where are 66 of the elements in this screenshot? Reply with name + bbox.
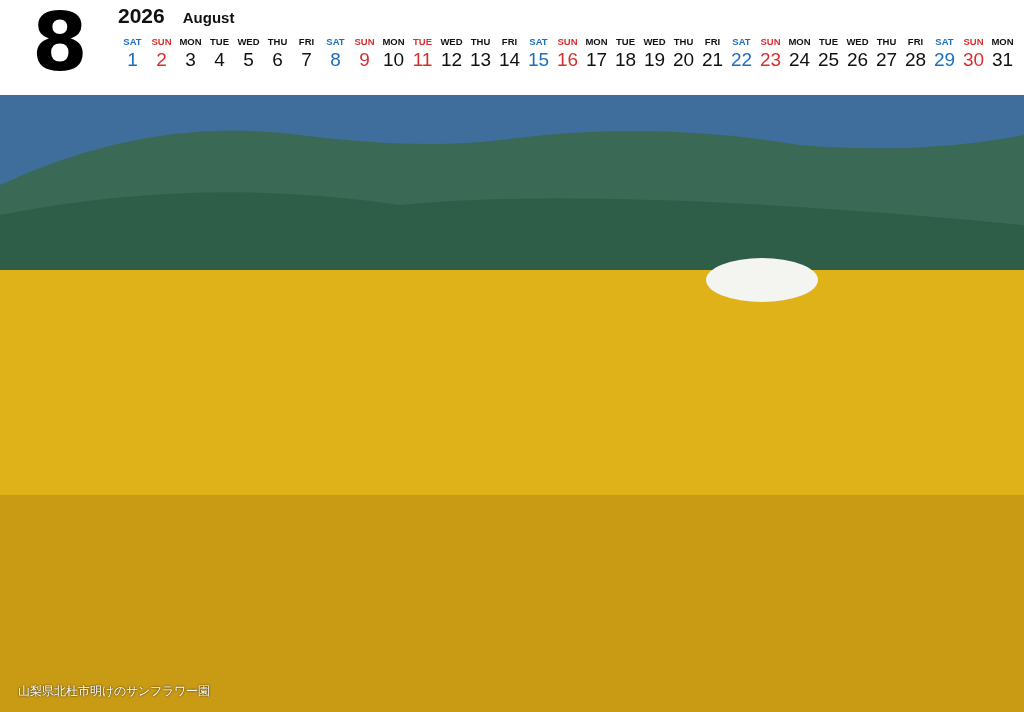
date-number: 8 [330,48,341,72]
date-number: 16 [556,48,579,72]
weekday-label: MON [788,36,811,48]
date-number: 10 [382,48,405,72]
weekday-label: SAT [935,36,954,48]
date-number: 9 [359,48,370,72]
date-number: 19 [643,48,666,72]
weekday-label: THU [470,36,491,48]
date-number: 13 [469,48,492,72]
date-number: 5 [243,48,254,72]
weekday-label: SUN [557,36,578,48]
date-number: 17 [585,48,608,72]
date-number: 6 [272,48,283,72]
weekday-label: WED [440,36,463,48]
weekday-label: WED [846,36,869,48]
date-number: 31 [991,48,1014,72]
date-number: 4 [214,48,225,72]
weekday-label: SUN [354,36,375,48]
date-number: 29 [933,48,956,72]
date-number: 7 [301,48,312,72]
weekday-label: TUE [413,36,432,48]
weekday-label: TUE [210,36,229,48]
date-number: 2 [156,48,167,72]
weekday-label: THU [673,36,694,48]
weekday-label: FRI [501,36,518,48]
weekday-label: MON [991,36,1014,48]
weekday-label: SUN [760,36,781,48]
weekday-label: THU [267,36,288,48]
weekday-label: MON [585,36,608,48]
weekday-label: TUE [819,36,838,48]
date-number: 23 [759,48,782,72]
weekday-label: SAT [326,36,345,48]
date-number: 1 [127,48,138,72]
date-number: 20 [672,48,695,72]
photo-caption: 山梨県北杜市明けのサンフラワー園 [18,683,210,700]
date-number: 22 [730,48,753,72]
weekday-label: WED [237,36,260,48]
weekday-label: SAT [123,36,142,48]
weekday-label: SUN [963,36,984,48]
weekday-label: FRI [907,36,924,48]
date-number: 30 [962,48,985,72]
date-number: 3 [185,48,196,72]
date-number: 11 [412,48,433,72]
weekday-label: MON [382,36,405,48]
month-name: August [182,9,235,26]
date-number: 25 [817,48,840,72]
date-number: 24 [788,48,811,72]
date-number: 14 [498,48,521,72]
weekday-label: MON [179,36,202,48]
date-number: 28 [904,48,927,72]
weekday-label: TUE [616,36,635,48]
date-number: 21 [701,48,724,72]
date-number: 12 [440,48,463,72]
weekday-label: WED [643,36,666,48]
date-number: 15 [527,48,550,72]
weekday-label: FRI [704,36,721,48]
weekday-label: THU [876,36,897,48]
date-number: 18 [614,48,637,72]
weekday-label: FRI [298,36,315,48]
month-number: 8 [32,3,89,83]
date-number: 26 [846,48,869,72]
year-label: 2026 [118,4,165,28]
weekday-label: SUN [151,36,172,48]
weekday-label: SAT [732,36,751,48]
date-number: 27 [875,48,898,72]
weekday-label: SAT [529,36,548,48]
